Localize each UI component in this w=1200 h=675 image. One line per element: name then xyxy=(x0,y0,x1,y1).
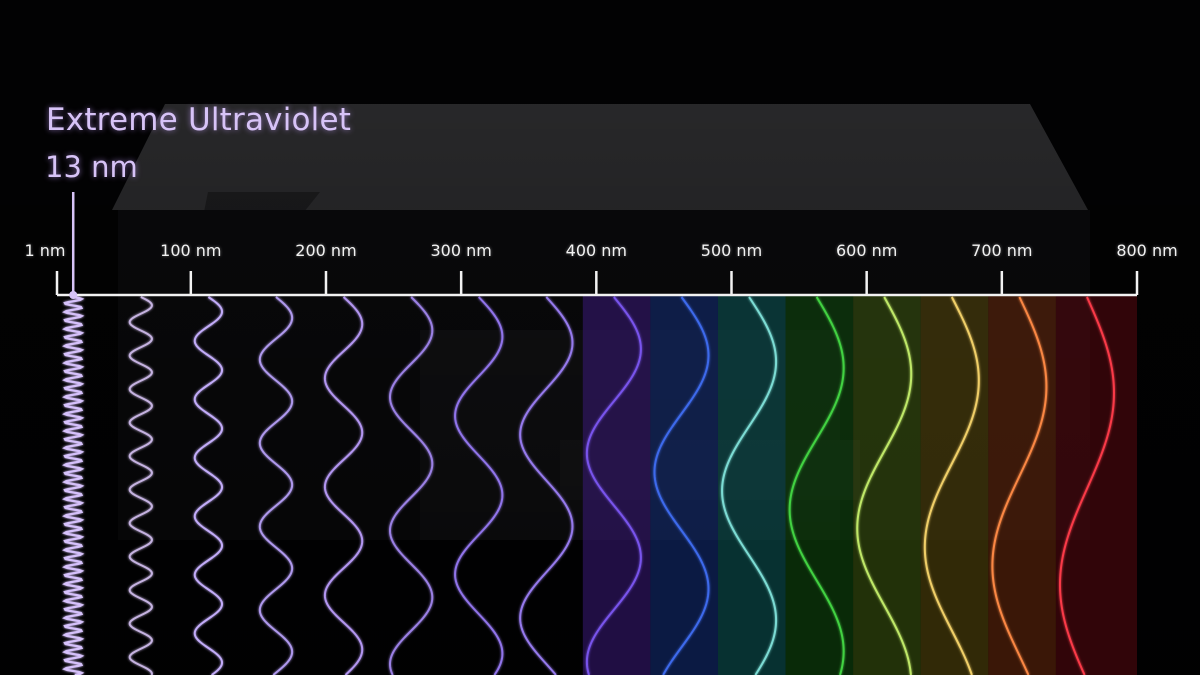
waves-group xyxy=(62,295,1115,675)
callout-title: Extreme Ultraviolet xyxy=(46,102,352,138)
marker-dot xyxy=(69,291,78,299)
wave-13nm xyxy=(62,295,85,675)
tick-label-1: 1 nm xyxy=(24,241,66,260)
wave-463nm xyxy=(653,296,710,675)
tick-label-600: 600 nm xyxy=(835,241,898,260)
tick-label-300: 300 nm xyxy=(430,241,492,260)
wave-513nm xyxy=(721,296,778,675)
wave-113nm xyxy=(193,296,224,675)
spectrum-diagram: Extreme Ultraviolet 13 nm 1 nm 100 nm 200 … xyxy=(0,0,1200,675)
wave-563nm xyxy=(788,296,845,675)
wave-613nm xyxy=(856,296,913,675)
tick-label-800: 800 nm xyxy=(1116,241,1178,260)
tick-label-400: 400 nm xyxy=(565,241,627,260)
wave-763nm xyxy=(1058,296,1115,675)
tick-label-200: 200 nm xyxy=(295,241,357,260)
callout-value: 13 nm xyxy=(45,150,138,184)
wave-713nm xyxy=(991,296,1048,675)
tick-label-500: 500 nm xyxy=(700,241,763,260)
wave-63nm xyxy=(128,296,153,675)
wave-363nm xyxy=(519,296,574,675)
wave-163nm xyxy=(258,296,294,675)
wave-663nm xyxy=(923,296,980,675)
wave-213nm xyxy=(323,296,364,675)
wave-263nm xyxy=(388,296,434,675)
tick-label-700: 700 nm xyxy=(971,241,1033,260)
tick-label-100: 100 nm xyxy=(160,241,222,260)
wave-313nm xyxy=(454,296,504,675)
wave-413nm xyxy=(585,296,642,675)
